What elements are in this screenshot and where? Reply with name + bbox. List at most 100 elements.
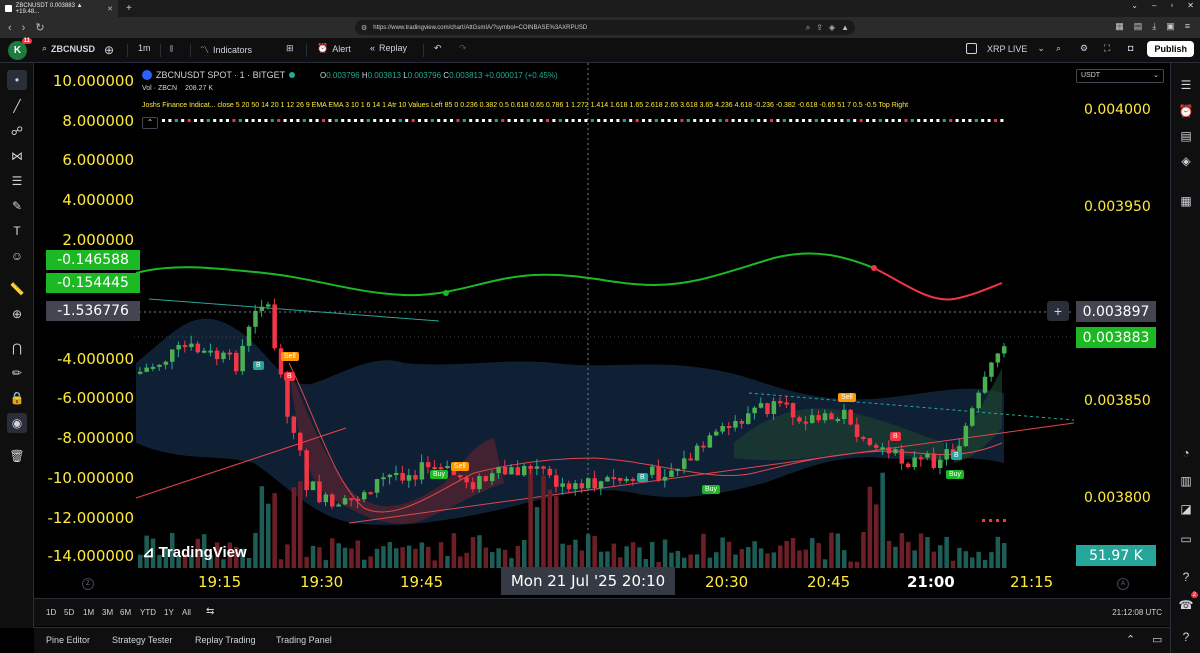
symbol-search-button[interactable]: ⌕ ZBCNUSD (42, 43, 95, 54)
range-6m[interactable]: 6M (120, 608, 131, 617)
object-tree-button[interactable]: ⌕ (1056, 43, 1061, 54)
range-all[interactable]: All (182, 608, 191, 617)
help-icon[interactable]: ? (1176, 567, 1196, 587)
watchlist-toggle[interactable]: XRP LIVE ⌄ (966, 43, 1045, 54)
site-settings-icon[interactable]: ⚙ (361, 24, 367, 32)
shield-icon[interactable]: ◈ (829, 23, 835, 33)
chevron-down-icon[interactable]: ⌄ (1131, 1, 1138, 10)
alarm-clock-icon[interactable]: ⏰ (1176, 101, 1196, 121)
tabs-icon[interactable]: ▤ (1134, 21, 1143, 32)
stay-in-drawing-icon[interactable]: ✏ (7, 363, 27, 383)
utc-clock[interactable]: 21:12:08 UTC (1112, 608, 1162, 617)
cursor-tool-icon[interactable]: • (7, 70, 27, 90)
help-center-icon[interactable]: ? (1176, 627, 1196, 647)
alert-triangle-icon[interactable]: ▲ (841, 23, 849, 33)
pattern-icon[interactable]: ⋈ (7, 146, 27, 166)
symbol-legend[interactable]: ZBCNUSDT SPOT · 1 · BITGET (142, 70, 296, 80)
trash-icon[interactable]: 🗑 (7, 446, 27, 466)
extensions-icon[interactable]: ▦ (1115, 21, 1124, 32)
currency-selector[interactable]: USDT ⌄ (1076, 69, 1164, 83)
maximize-panel-icon[interactable]: ▭ (1152, 633, 1162, 646)
new-tab-button[interactable]: + (126, 3, 132, 14)
lock-icon[interactable]: 🔒 (7, 388, 27, 408)
reload-icon[interactable]: ↻ (35, 21, 44, 34)
collapse-legend-button[interactable]: ⌃ (142, 117, 158, 129)
chart-pane[interactable]: ZBCNUSDT SPOT · 1 · BITGET O0.003796 H0.… (34, 63, 1170, 598)
back-icon[interactable]: ‹ (8, 22, 12, 34)
volume-bar (701, 533, 706, 568)
indicators-button[interactable]: 〽 Indicators (200, 43, 252, 56)
candle (688, 458, 693, 461)
text-icon[interactable]: T (7, 221, 27, 241)
price-chart-canvas[interactable] (34, 63, 1170, 598)
publish-button[interactable]: Publish (1147, 41, 1194, 57)
trend-line-icon[interactable]: ╱ (7, 96, 27, 116)
fullscreen-button[interactable]: ⛶ (1104, 43, 1110, 54)
timezone-icon[interactable]: Z (82, 578, 94, 590)
screenshot-button[interactable]: ◘ (1128, 43, 1133, 53)
calendar-icon[interactable]: ▦ (1176, 191, 1196, 211)
range-1y[interactable]: 1Y (164, 608, 174, 617)
range-ytd[interactable]: YTD (140, 608, 156, 617)
share-icon[interactable]: ⇪ (816, 23, 823, 33)
tab-replay-trading[interactable]: Replay Trading (195, 635, 256, 645)
date-range-calendar-icon[interactable]: ⇆ (206, 606, 214, 617)
fib-retracement-icon[interactable]: ☍ (7, 121, 27, 141)
redo-button[interactable]: ↷ (459, 43, 467, 54)
indicators-label: Indicators (213, 44, 253, 55)
close-tab-icon[interactable]: ✕ (107, 5, 113, 13)
forward-icon[interactable]: › (22, 22, 26, 34)
download-icon[interactable]: ⤓ (1152, 21, 1156, 32)
settings-button[interactable]: ⚙ (1080, 43, 1088, 54)
search-chart-icon: ⌕ (1056, 43, 1062, 53)
layers-icon[interactable]: ◈ (1176, 151, 1196, 171)
volume-legend[interactable]: Vol · ZBCN 208.27 K (142, 85, 213, 92)
browser-tab[interactable]: ZBCNUSDT 0.003883 ▲ +19.48... ✕ (0, 0, 118, 17)
calendar-events-icon[interactable]: ▥ (1176, 471, 1196, 491)
checkbox[interactable] (966, 43, 977, 54)
range-5d[interactable]: 5D (64, 608, 74, 617)
brush-icon[interactable]: ✎ (7, 196, 27, 216)
search-icon[interactable]: ⌕ (806, 23, 810, 33)
replay-button[interactable]: « Replay (370, 43, 407, 53)
compare-symbol-button[interactable]: ⊕ (104, 43, 114, 57)
avatar-letter: K (13, 45, 22, 56)
minimize-icon[interactable]: – (1152, 1, 1156, 10)
news-icon[interactable]: ▤ (1176, 126, 1196, 146)
range-1d[interactable]: 1D (46, 608, 56, 617)
range-3m[interactable]: 3M (102, 608, 113, 617)
menu-icon[interactable]: ≡ (1185, 21, 1190, 32)
magnet-icon[interactable]: ⋂ (7, 338, 27, 358)
undo-button[interactable]: ↶ (434, 43, 442, 54)
emoji-icon[interactable]: ☺ (7, 246, 27, 266)
watchlist-icon[interactable]: ☰ (1176, 75, 1196, 95)
chat-bubble-icon[interactable]: ▭ (1176, 529, 1196, 549)
prediction-icon[interactable]: ☰ (7, 171, 27, 191)
zoom-in-icon[interactable]: ⊕ (7, 304, 27, 324)
hide-drawings-icon[interactable]: ◉ (7, 413, 27, 433)
alert-button[interactable]: ⏰ Alert (317, 43, 351, 54)
restore-icon[interactable]: ▫ (1170, 1, 1173, 10)
interval-button[interactable]: 1m (138, 43, 151, 53)
avatar[interactable]: K 11 (8, 38, 32, 60)
chevron-up-icon[interactable]: ⌃ (1126, 633, 1135, 646)
url-field[interactable]: ⚙ https://www.tradingview.com/chart/AttG… (355, 20, 855, 35)
ruler-icon[interactable]: 📏 (7, 279, 27, 299)
tab-strategy-tester[interactable]: Strategy Tester (112, 635, 172, 645)
auto-scale-icon[interactable]: A (1117, 578, 1129, 590)
notifications-icon[interactable]: ☎ 2 (1176, 592, 1198, 615)
tab-trading-panel[interactable]: Trading Panel (276, 635, 332, 645)
chart-type-button[interactable]: ⫾ (170, 43, 173, 54)
chat-icon[interactable]: ◔ (1176, 443, 1196, 463)
range-1m[interactable]: 1M (83, 608, 94, 617)
add-alert-plus-button[interactable]: + (1047, 301, 1069, 321)
layouts-button[interactable]: ⊞ (286, 43, 294, 54)
tab-pine-editor[interactable]: Pine Editor (46, 635, 90, 645)
indicator-legend[interactable]: Joshs Finance Indicat... close 5 20 50 1… (142, 102, 908, 109)
ideas-icon[interactable]: ◪ (1176, 499, 1196, 519)
indicator-dot (392, 119, 396, 122)
candle (554, 475, 559, 487)
close-window-icon[interactable]: ✕ (1187, 1, 1194, 10)
wallet-icon[interactable]: ▣ (1166, 21, 1175, 32)
tradingview-logo[interactable]: ⊿ TradingView (142, 543, 247, 562)
